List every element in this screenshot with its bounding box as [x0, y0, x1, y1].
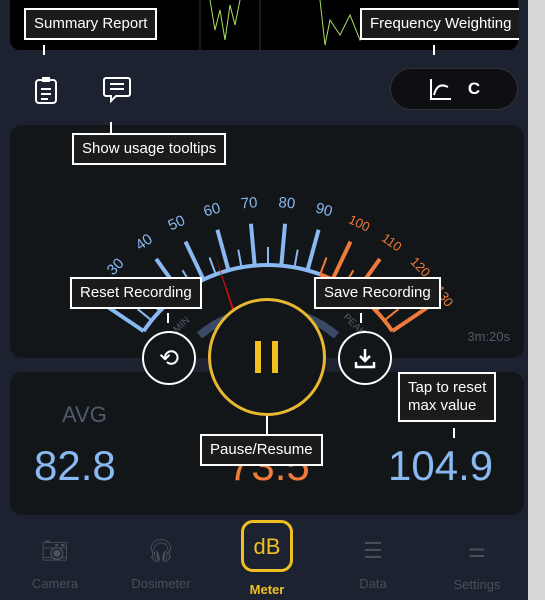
- tab-settings[interactable]: ⚌ Settings: [432, 538, 522, 592]
- scale-label: 100: [346, 212, 372, 235]
- scale-tick: [215, 229, 231, 271]
- tooltip-pause-resume: Pause/Resume: [200, 434, 323, 466]
- scale-tick: [383, 308, 400, 322]
- tooltip-save-recording: Save Recording: [314, 277, 441, 309]
- reset-recording-button[interactable]: ⟲: [142, 331, 196, 385]
- clipboard-icon[interactable]: [34, 75, 58, 110]
- scale-tick: [183, 240, 206, 281]
- scale-label: 60: [202, 200, 223, 221]
- tab-dosimeter[interactable]: 🎧︎ Dosimeter: [116, 538, 206, 591]
- frequency-weighting-button[interactable]: C: [390, 68, 518, 110]
- scale-label: 70: [240, 194, 258, 212]
- tab-meter[interactable]: dB Meter: [222, 520, 312, 597]
- list-icon: ☰: [363, 538, 383, 563]
- headphones-icon: 🎧︎: [147, 538, 175, 563]
- weighting-value: C: [467, 79, 481, 98]
- scale-tick: [279, 223, 288, 266]
- pause-icon: [255, 341, 278, 373]
- scale-label: 120: [407, 254, 433, 280]
- tooltip-frequency-weighting: Frequency Weighting: [360, 8, 520, 40]
- scale-tick: [293, 249, 299, 268]
- scale-tick: [319, 257, 328, 275]
- scale-tick: [107, 305, 145, 333]
- download-icon: [354, 349, 376, 369]
- scale-label: 80: [278, 194, 296, 212]
- scale-tick: [136, 308, 153, 322]
- tab-camera[interactable]: 📷︎ Camera: [10, 538, 100, 591]
- scale-tick: [305, 229, 321, 271]
- tooltip-reset-max: Tap to reset max value: [398, 372, 497, 422]
- scale-tick: [208, 257, 217, 275]
- tooltip-summary-report: Summary Report: [24, 8, 158, 40]
- scale-tick: [391, 305, 429, 333]
- sliders-icon: ⚌: [468, 540, 486, 562]
- tab-data[interactable]: ☰ Data: [328, 538, 418, 591]
- max-value[interactable]: 104.9: [388, 442, 493, 490]
- avg-label: AVG: [62, 402, 107, 427]
- scale-label: 40: [132, 231, 155, 255]
- save-recording-button[interactable]: [338, 331, 392, 385]
- db-icon: dB: [241, 520, 293, 572]
- scale-label: 30: [104, 255, 128, 279]
- app-screen: Summary Report Frequency Weighting C 203…: [0, 0, 528, 600]
- scale-tick: [248, 223, 257, 266]
- tooltip-usage: Show usage tooltips: [72, 133, 227, 165]
- curve-icon: [429, 79, 451, 100]
- scale-tick: [330, 240, 353, 281]
- chat-bubble-icon[interactable]: [102, 75, 132, 110]
- elapsed-time: 3m:20s: [467, 329, 510, 344]
- avg-value: 82.8: [34, 442, 116, 489]
- pause-resume-button[interactable]: [208, 298, 326, 416]
- tooltip-reset-recording: Reset Recording: [70, 277, 202, 309]
- scale-label: 90: [314, 200, 335, 221]
- scale-tick: [237, 249, 243, 268]
- scale-label: 50: [165, 212, 187, 235]
- reset-icon: ⟲: [158, 344, 180, 372]
- camera-icon: 📷︎: [41, 538, 69, 563]
- scale-label: 110: [379, 230, 405, 254]
